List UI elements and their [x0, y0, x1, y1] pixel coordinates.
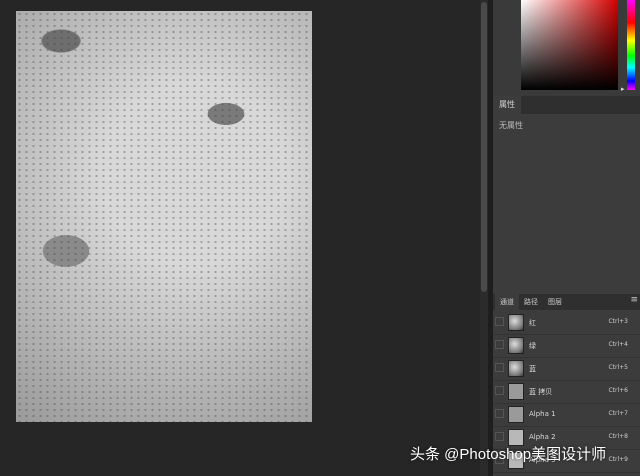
- channel-row[interactable]: Alpha 1 Ctrl+7: [493, 404, 640, 427]
- scrollbar-thumb[interactable]: [481, 2, 487, 292]
- right-panel-dock: ▸ 属性 无属性 通道 路径 图层 ≡ 红 Ctrl+3 绿 Ctrl+4 蓝 …: [493, 0, 640, 476]
- channel-shortcut: Ctrl+5: [608, 364, 628, 371]
- hue-slider[interactable]: [627, 0, 635, 90]
- color-panel: ▸: [493, 0, 640, 96]
- channel-thumbnail: [508, 406, 524, 423]
- channel-name: 蓝 拷贝: [529, 388, 553, 396]
- hue-slider-arrow-icon: ▸: [621, 85, 625, 93]
- color-picker-field[interactable]: [521, 0, 618, 90]
- channel-row[interactable]: 红 Ctrl+3: [493, 312, 640, 335]
- channel-name: Alpha 1: [529, 410, 556, 418]
- channel-shortcut: Ctrl+8: [608, 433, 628, 440]
- channel-name: 红: [529, 319, 536, 327]
- visibility-toggle-icon[interactable]: [495, 432, 504, 441]
- no-properties-text: 无属性: [499, 121, 523, 130]
- channel-thumbnail: [508, 337, 524, 354]
- properties-panel-header: 属性: [493, 96, 640, 114]
- channel-row[interactable]: 蓝 拷贝 Ctrl+6: [493, 381, 640, 404]
- canvas-vertical-scrollbar[interactable]: [480, 0, 488, 476]
- channel-name: 绿: [529, 342, 536, 350]
- visibility-toggle-icon[interactable]: [495, 340, 504, 349]
- channel-row[interactable]: 绿 Ctrl+4: [493, 335, 640, 358]
- channel-name: Alpha 2: [529, 433, 556, 441]
- visibility-toggle-icon[interactable]: [495, 409, 504, 418]
- channel-image-preview[interactable]: [16, 11, 312, 422]
- properties-panel-body: 无属性: [493, 114, 640, 294]
- visibility-toggle-icon[interactable]: [495, 317, 504, 326]
- channel-shortcut: Ctrl+4: [608, 341, 628, 348]
- channel-shortcut: Ctrl+6: [608, 387, 628, 394]
- watermark-text: 头条 @Photoshop美图设计师: [410, 446, 607, 463]
- channel-thumbnail: [508, 360, 524, 377]
- tab-channels[interactable]: 通道: [495, 294, 519, 310]
- panel-menu-icon[interactable]: ≡: [630, 295, 638, 305]
- channel-row[interactable]: 蓝 Ctrl+5: [493, 358, 640, 381]
- channel-shortcut: Ctrl+7: [608, 410, 628, 417]
- tab-paths[interactable]: 路径: [519, 294, 543, 310]
- visibility-toggle-icon[interactable]: [495, 363, 504, 372]
- channel-shortcut: Ctrl+9: [608, 456, 628, 463]
- channel-thumbnail: [508, 314, 524, 331]
- channel-name: 蓝: [529, 365, 536, 373]
- document-canvas[interactable]: [0, 0, 480, 476]
- channel-thumbnail: [508, 383, 524, 400]
- tab-properties[interactable]: 属性: [493, 96, 521, 114]
- tab-layers[interactable]: 图层: [543, 294, 567, 310]
- channel-shortcut: Ctrl+3: [608, 318, 628, 325]
- channels-panel-header: 通道 路径 图层 ≡: [493, 294, 640, 310]
- visibility-toggle-icon[interactable]: [495, 386, 504, 395]
